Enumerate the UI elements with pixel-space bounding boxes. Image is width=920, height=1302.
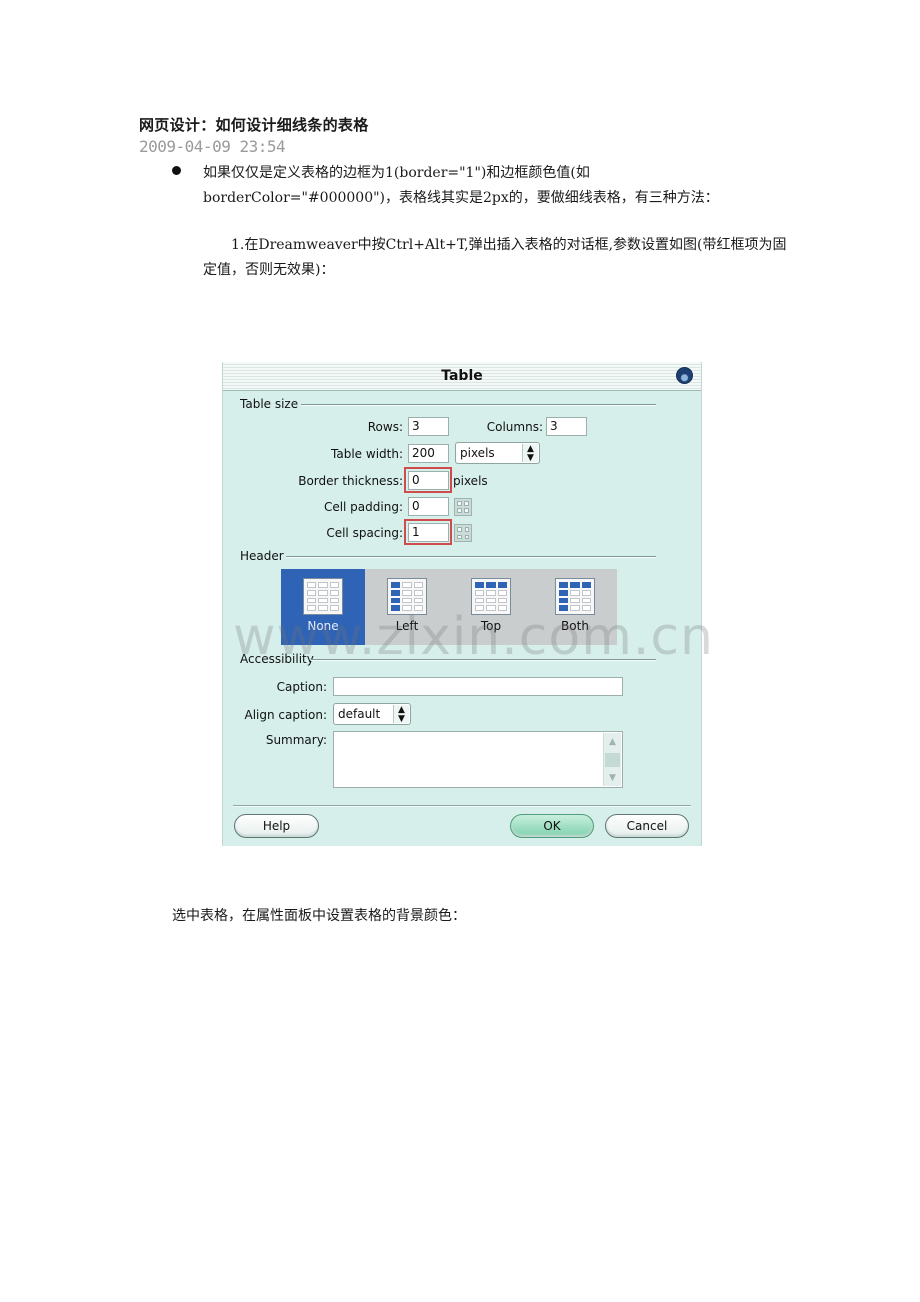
updown-arrow-icon: ▲ ▼ [522, 444, 538, 463]
header-option-label: Top [480, 619, 502, 633]
header-option-label: Both [561, 619, 589, 633]
step1-paragraph: 1.在Dreamweaver中按Ctrl+Alt+T,弹出插入表格的对话框,参数… [203, 237, 787, 278]
border-thickness-input[interactable]: 0 [408, 471, 449, 490]
section-accessibility: Accessibility [240, 652, 314, 666]
summary-textarea[interactable]: ▲ ▼ [333, 731, 623, 788]
rows-input[interactable]: 3 [408, 417, 449, 436]
cell-spacing-label: Cell spacing: [326, 526, 403, 540]
cell-spacing-input[interactable]: 1 [408, 523, 449, 542]
caption-label: Caption: [276, 680, 327, 694]
section-header: Header [240, 549, 284, 563]
rows-label: Rows: [367, 420, 403, 434]
table-width-label: Table width: [331, 447, 403, 461]
cell-padding-icon [454, 498, 472, 516]
cell-padding-label: Cell padding: [323, 500, 403, 514]
align-caption-select[interactable]: default ▲ ▼ [333, 703, 411, 725]
dialog-titlebar: Table [223, 362, 701, 391]
align-caption-label: Align caption: [244, 708, 327, 722]
table-none-icon [303, 578, 343, 615]
table-dialog: Table Table size Rows: 3 Columns: 3 Tabl… [222, 362, 713, 846]
bullet-icon [172, 166, 181, 175]
table-width-input[interactable]: 200 [408, 444, 449, 463]
article-title: 网页设计：如何设计细线条的表格 [139, 116, 369, 134]
scroll-down-icon[interactable]: ▼ [604, 773, 621, 783]
border-unit-label: pixels [453, 474, 488, 488]
bullet-paragraph: 如果仅仅是定义表格的边框为1(border="1")和边框颜色值(如border… [203, 165, 719, 206]
cell-padding-input[interactable]: 0 [408, 497, 449, 516]
columns-input[interactable]: 3 [546, 417, 587, 436]
width-unit-select[interactable]: pixels ▲ ▼ [455, 442, 540, 464]
section-divider [301, 404, 656, 406]
header-option-label: None [307, 619, 339, 633]
section-table-size: Table size [240, 397, 299, 411]
header-option-both[interactable]: Both [533, 569, 617, 645]
border-thickness-label: Border thickness: [298, 474, 403, 488]
scroll-thumb[interactable] [605, 753, 620, 767]
close-orb-icon[interactable] [676, 367, 693, 384]
cell-spacing-icon [454, 524, 472, 542]
table-both-header-icon [555, 578, 595, 615]
section-divider [311, 659, 656, 661]
updown-arrow-icon: ▲ ▼ [393, 705, 409, 724]
cancel-button[interactable]: Cancel [605, 814, 689, 838]
header-option-top[interactable]: Top [449, 569, 533, 645]
header-option-left[interactable]: Left [365, 569, 449, 645]
scroll-up-icon[interactable]: ▲ [604, 737, 621, 747]
footer-divider [233, 805, 691, 807]
align-caption-value: default [338, 707, 381, 721]
table-left-header-icon [387, 578, 427, 615]
article-date: 2009-04-09 23:54 [139, 137, 286, 156]
width-unit-value: pixels [460, 446, 495, 460]
summary-scrollbar[interactable]: ▲ ▼ [603, 733, 621, 786]
ok-button[interactable]: OK [510, 814, 594, 838]
after-image-paragraph: 选中表格，在属性面板中设置表格的背景颜色： [172, 908, 466, 924]
summary-label: Summary: [265, 733, 327, 747]
table-top-header-icon [471, 578, 511, 615]
header-option-label: Left [395, 619, 419, 633]
header-option-none[interactable]: None [281, 569, 365, 645]
help-button[interactable]: Help [234, 814, 319, 838]
dialog-title: Table [441, 368, 483, 384]
caption-input[interactable] [333, 677, 623, 696]
section-divider [286, 556, 656, 558]
columns-label: Columns: [486, 420, 543, 434]
